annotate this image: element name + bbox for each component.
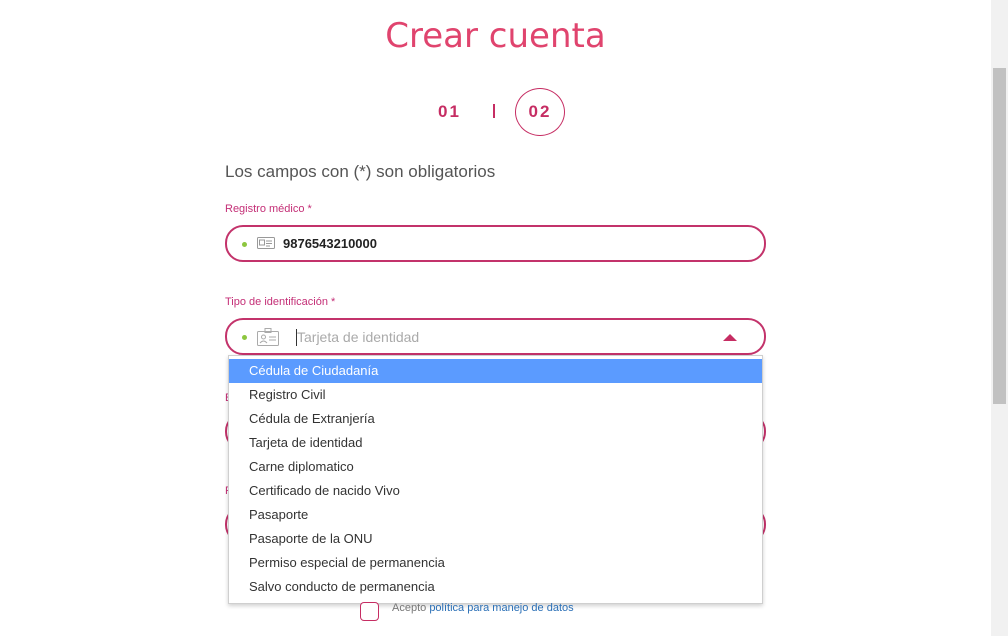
registro-medico-value: 9876543210000 [283, 236, 377, 251]
page-scrollbar[interactable] [991, 0, 1008, 636]
page-title: Crear cuenta [385, 16, 606, 56]
consent-checkbox[interactable] [360, 602, 379, 621]
status-dot [242, 242, 247, 247]
step-2-current[interactable]: 02 [515, 88, 565, 136]
option-tarjeta-identidad[interactable]: Tarjeta de identidad [229, 431, 762, 455]
option-permiso-especial[interactable]: Permiso especial de permanencia [229, 551, 762, 575]
id-card-icon [257, 236, 275, 250]
status-dot [242, 335, 247, 340]
option-cedula-ciudadania[interactable]: Cédula de Ciudadanía [229, 359, 762, 383]
step-separator [493, 104, 495, 118]
option-pasaporte-onu[interactable]: Pasaporte de la ONU [229, 527, 762, 551]
required-fields-note: Los campos con (*) son obligatorios [225, 162, 496, 181]
id-badge-icon [257, 328, 279, 346]
option-salvo-conducto[interactable]: Salvo conducto de permanencia [229, 575, 762, 599]
consent-prefix: Acepto [392, 602, 430, 614]
tipo-identificacion-select[interactable]: Tarjeta de identidad [225, 318, 766, 355]
option-registro-civil[interactable]: Registro Civil [229, 383, 762, 407]
option-cedula-extranjeria[interactable]: Cédula de Extranjería [229, 407, 762, 431]
registro-medico-label: Registro médico * [225, 203, 312, 215]
tipo-identificacion-dropdown[interactable]: Cédula de Ciudadanía Registro Civil Cédu… [228, 355, 763, 604]
option-carne-diplomatico[interactable]: Carne diplomatico [229, 455, 762, 479]
option-certificado-nacido-vivo[interactable]: Certificado de nacido Vivo [229, 479, 762, 503]
scrollbar-thumb[interactable] [993, 68, 1006, 404]
step-indicator: 01 02 [430, 88, 570, 136]
tipo-identificacion-placeholder: Tarjeta de identidad [297, 329, 420, 345]
privacy-policy-link[interactable]: política para manejo de datos [429, 602, 573, 614]
option-pasaporte[interactable]: Pasaporte [229, 503, 762, 527]
registro-medico-field[interactable]: 9876543210000 [225, 225, 766, 262]
consent-text: Acepto política para manejo de datos [392, 602, 574, 614]
tipo-identificacion-label: Tipo de identificación * [225, 296, 336, 308]
step-1[interactable]: 01 [438, 102, 461, 122]
chevron-up-icon[interactable] [723, 334, 737, 341]
